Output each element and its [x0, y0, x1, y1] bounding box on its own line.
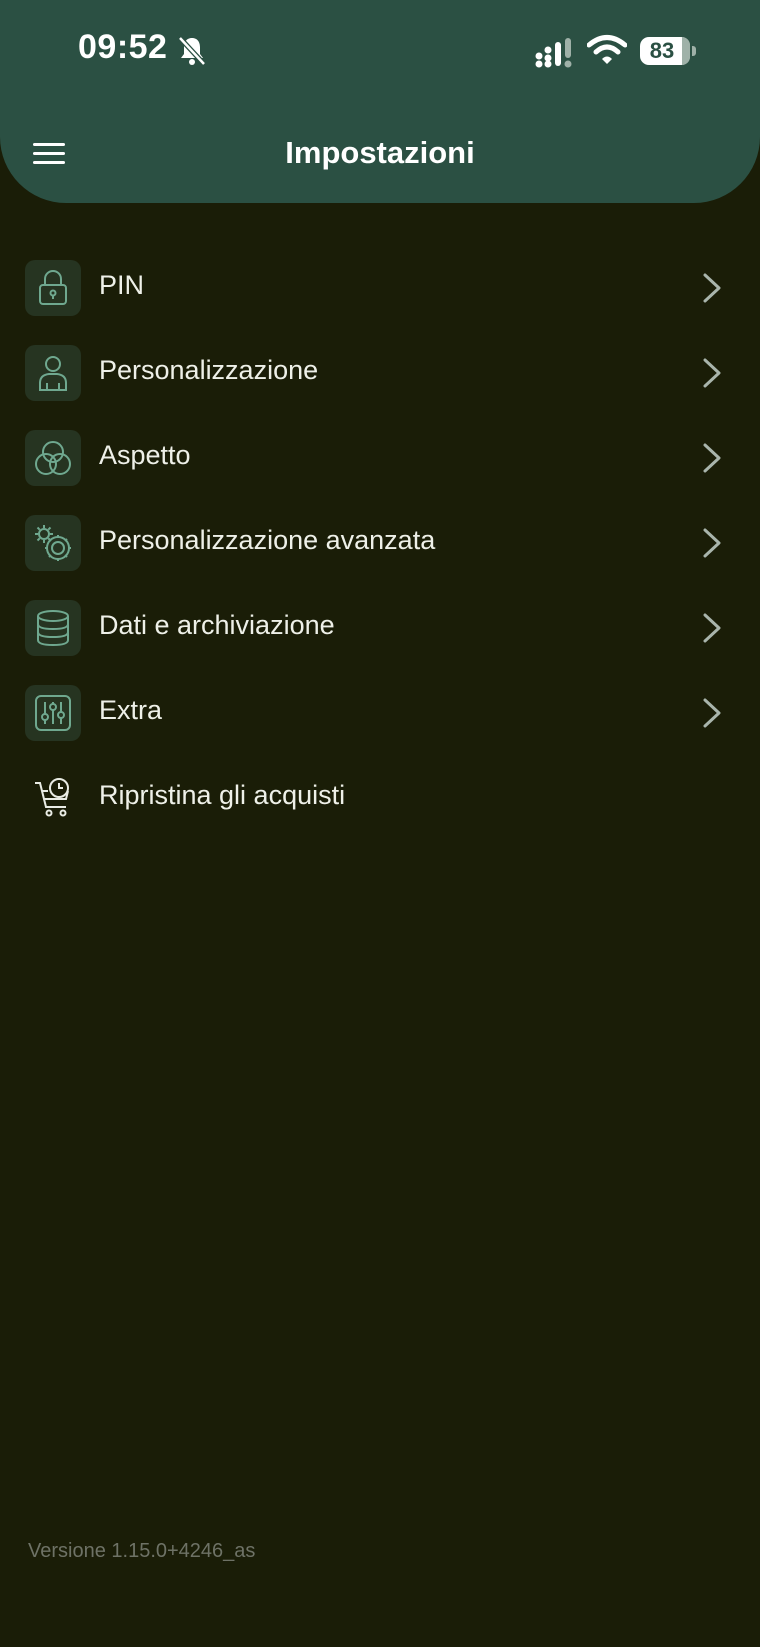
- settings-list: PIN Personalizzazione Aspetto Personaliz…: [0, 245, 760, 840]
- settings-item-label: Extra: [99, 695, 163, 725]
- settings-item-extra[interactable]: Extra: [0, 670, 760, 755]
- settings-item-aspetto[interactable]: Aspetto: [0, 415, 760, 500]
- status-time: 09:52: [78, 28, 168, 66]
- cellular-signal-icon: [535, 38, 572, 68]
- cart-clock-icon: [25, 770, 81, 826]
- chevron-right-icon: [703, 698, 721, 728]
- settings-item-label: PIN: [99, 270, 145, 300]
- chevron-right-icon: [703, 443, 721, 473]
- battery-indicator: 83: [640, 37, 690, 65]
- settings-item-personalizzazione-avanzata[interactable]: Personalizzazione avanzata: [0, 500, 760, 585]
- app-header: 09:52 83 Impostazioni: [0, 0, 760, 203]
- settings-item-personalizzazione[interactable]: Personalizzazione: [0, 330, 760, 415]
- settings-item-label: Ripristina gli acquisti: [99, 780, 346, 810]
- settings-item-ripristina-acquisti[interactable]: Ripristina gli acquisti: [0, 755, 760, 840]
- app-version: Versione 1.15.0+4246_as: [28, 1540, 256, 1562]
- sliders-icon: [25, 685, 81, 741]
- bell-muted-icon: [178, 36, 206, 66]
- gears-icon: [25, 515, 81, 571]
- settings-item-dati-archiviazione[interactable]: Dati e archiviazione: [0, 585, 760, 670]
- chevron-right-icon: [703, 273, 721, 303]
- person-icon: [25, 345, 81, 401]
- settings-item-label: Personalizzazione avanzata: [99, 525, 436, 555]
- color-circles-icon: [25, 430, 81, 486]
- chevron-right-icon: [703, 528, 721, 558]
- settings-item-label: Dati e archiviazione: [99, 610, 335, 640]
- settings-item-pin[interactable]: PIN: [0, 245, 760, 330]
- database-icon: [25, 600, 81, 656]
- page-title: Impostazioni: [285, 135, 475, 170]
- chevron-right-icon: [703, 613, 721, 643]
- wifi-icon: [587, 35, 627, 64]
- battery-level: 83: [649, 38, 675, 63]
- chevron-right-icon: [703, 358, 721, 388]
- settings-item-label: Personalizzazione: [99, 355, 319, 385]
- settings-item-label: Aspetto: [99, 440, 191, 470]
- lock-icon: [25, 260, 81, 316]
- battery-tip: [692, 46, 696, 56]
